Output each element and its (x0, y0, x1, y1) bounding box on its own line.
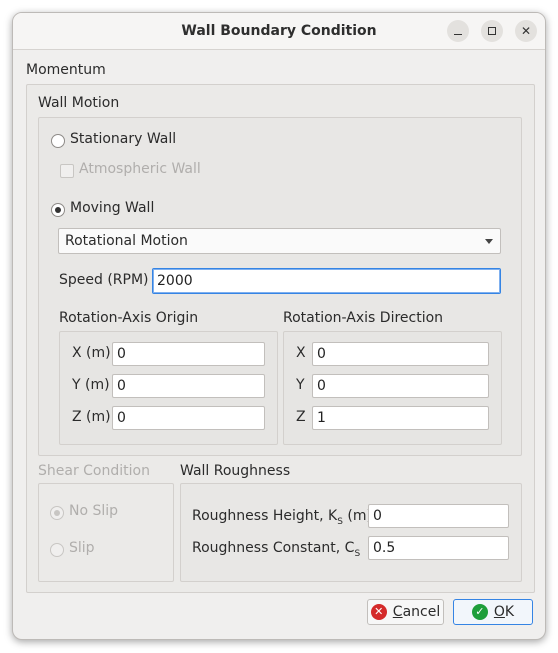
chevron-down-icon (485, 239, 493, 244)
ok-icon: ✓ (471, 604, 488, 620)
shear-condition-group: No Slip Slip (38, 483, 174, 582)
no-slip-radio[interactable] (50, 506, 64, 520)
origin-y-input[interactable]: 0 (112, 374, 265, 398)
wall-motion-label: Wall Motion (38, 95, 120, 111)
roughness-constant-input[interactable]: 0.5 (368, 536, 509, 560)
maximize-button[interactable] (481, 20, 503, 42)
origin-z-label: Z (m) (72, 409, 111, 425)
moving-wall-label[interactable]: Moving Wall (70, 200, 154, 216)
origin-label: Rotation-Axis Origin (59, 310, 199, 326)
direction-z-label: Z (296, 409, 306, 425)
close-button[interactable]: ✕ (515, 20, 537, 42)
stationary-wall-radio[interactable] (51, 134, 65, 148)
direction-group: X 0 Y 0 Z 1 (283, 331, 502, 445)
direction-y-label: Y (296, 377, 305, 393)
direction-x-label: X (296, 345, 306, 361)
direction-y-input[interactable]: 0 (312, 374, 489, 398)
roughness-constant-label: Roughness Constant, CS (192, 540, 360, 559)
ok-mnemonic: O (493, 604, 505, 620)
wall-roughness-group: Roughness Height, KS (m) 0 Roughness Con… (180, 483, 522, 582)
momentum-group: Wall Motion Stationary Wall Atmospheric … (26, 84, 535, 593)
moving-wall-radio[interactable] (51, 203, 65, 217)
minimize-button[interactable] (447, 20, 469, 42)
origin-y-label: Y (m) (72, 377, 110, 393)
minimize-icon (454, 33, 462, 35)
cancel-icon: ✕ (370, 604, 387, 620)
momentum-label: Momentum (26, 62, 106, 78)
cancel-mnemonic: C (392, 604, 403, 620)
ok-button-label: OK (494, 604, 514, 620)
shear-condition-label: Shear Condition (38, 463, 150, 479)
no-slip-label: No Slip (69, 503, 119, 519)
stationary-wall-label[interactable]: Stationary Wall (70, 131, 176, 147)
atmospheric-wall-checkbox[interactable] (60, 164, 74, 178)
direction-x-input[interactable]: 0 (312, 342, 489, 366)
slip-label: Slip (69, 540, 95, 556)
direction-label: Rotation-Axis Direction (283, 310, 444, 326)
motion-type-select[interactable]: Rotational Motion (58, 228, 501, 254)
roughness-height-label-main: Roughness Height, K (192, 508, 338, 524)
speed-input[interactable]: 2000 (152, 268, 501, 294)
cancel-button[interactable]: ✕ Cancel (367, 599, 444, 625)
speed-label: Speed (RPM) (59, 272, 149, 288)
direction-z-input[interactable]: 1 (312, 406, 489, 430)
origin-x-label: X (m) (72, 345, 111, 361)
wall-motion-group: Stationary Wall Atmospheric Wall Moving … (38, 117, 522, 456)
origin-x-input[interactable]: 0 (112, 342, 265, 366)
title-bar: Wall Boundary Condition ✕ (13, 13, 545, 50)
cancel-label-rest: ancel (402, 604, 441, 620)
motion-type-value: Rotational Motion (65, 233, 188, 249)
roughness-height-input[interactable]: 0 (368, 504, 509, 528)
dialog-window: Wall Boundary Condition ✕ Momentum Wall … (12, 12, 546, 640)
close-icon: ✕ (520, 24, 532, 38)
origin-z-input[interactable]: 0 (112, 406, 265, 430)
cancel-button-label: Cancel (393, 604, 440, 620)
maximize-icon (488, 27, 496, 35)
ok-label-rest: K (504, 604, 515, 620)
roughness-height-label: Roughness Height, KS (m) (192, 508, 372, 527)
roughness-constant-label-main: Roughness Constant, C (192, 540, 355, 556)
wall-roughness-label: Wall Roughness (180, 463, 291, 479)
ok-button[interactable]: ✓ OK (453, 599, 533, 625)
origin-group: X (m) 0 Y (m) 0 Z (m) 0 (59, 331, 278, 445)
slip-radio[interactable] (50, 543, 64, 557)
roughness-constant-label-sub: S (354, 548, 361, 559)
atmospheric-wall-label: Atmospheric Wall (79, 161, 201, 177)
